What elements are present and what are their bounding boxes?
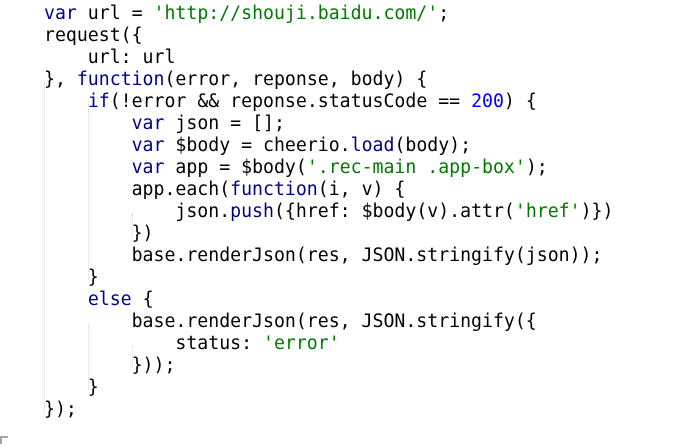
code-token: (!error && reponse.statusCode == — [109, 91, 472, 112]
code-token: load — [350, 135, 395, 156]
code-token: json = []; — [164, 113, 285, 134]
code-token: }); — [44, 399, 77, 420]
code-line[interactable]: request({ — [44, 25, 143, 47]
code-token: ; — [438, 3, 450, 24]
code-line[interactable]: }) — [44, 223, 154, 245]
code-token: 'http://shouji.baidu.com/' — [153, 3, 439, 24]
code-line[interactable]: var $body = cheerio.load(body); — [44, 135, 471, 157]
code-token: var — [131, 157, 165, 178]
code-token: var — [131, 113, 165, 134]
code-token: ); — [525, 157, 548, 178]
code-token: function — [230, 179, 318, 200]
code-token: base.renderJson(res, JSON.stringify(json… — [44, 245, 603, 266]
code-token: )}) — [580, 201, 614, 222]
code-token: ({href: $body(v).attr( — [273, 201, 515, 222]
code-line[interactable]: json.push({href: $body(v).attr('href')}) — [44, 201, 613, 223]
code-token: { — [131, 289, 154, 310]
code-token: json. — [44, 201, 231, 222]
code-token: else — [87, 289, 132, 310]
code-line[interactable]: var url = 'http://shouji.baidu.com/'; — [44, 3, 449, 25]
code-line[interactable]: })); — [44, 355, 176, 377]
code-token: base.renderJson(res, JSON.stringify({ — [44, 311, 537, 332]
code-token: function — [76, 69, 165, 90]
code-token: (body); — [394, 135, 472, 156]
code-token: url: url — [44, 47, 176, 68]
code-token: url = — [76, 3, 154, 24]
code-line[interactable]: if(!error && reponse.statusCode == 200) … — [44, 91, 537, 113]
code-token: } — [44, 267, 99, 288]
scroll-edge-marker — [0, 436, 8, 444]
code-token: request({ — [44, 25, 143, 46]
code-line[interactable]: }, function(error, reponse, body) { — [44, 69, 427, 91]
code-token: $body = cheerio. — [164, 135, 351, 156]
code-token: '.rec-main .app-box' — [306, 157, 526, 178]
code-line[interactable]: url: url — [44, 47, 176, 69]
code-token: (i, v) { — [317, 179, 406, 200]
code-token: } — [44, 377, 99, 398]
code-line[interactable]: base.renderJson(res, JSON.stringify(json… — [44, 245, 603, 267]
code-line[interactable]: var app = $body('.rec-main .app-box'); — [44, 157, 548, 179]
code-token: var — [44, 3, 77, 24]
code-token: 'error' — [263, 333, 340, 354]
code-line[interactable]: base.renderJson(res, JSON.stringify({ — [44, 311, 537, 333]
code-token: 'href' — [514, 201, 581, 222]
code-line[interactable]: }); — [44, 399, 77, 421]
code-token: 200 — [471, 91, 504, 112]
code-line[interactable]: } — [44, 377, 99, 399]
code-token: status: — [44, 333, 263, 354]
code-line[interactable]: var json = []; — [44, 113, 285, 135]
code-token: ) { — [503, 91, 537, 112]
code-token: }) — [44, 223, 154, 244]
code-token: if — [87, 91, 110, 112]
code-token: app.each( — [44, 179, 231, 200]
code-token: })); — [44, 355, 176, 376]
code-line[interactable]: app.each(function(i, v) { — [44, 179, 406, 201]
code-token: app = $body( — [164, 157, 307, 178]
code-token: (error, reponse, body) { — [164, 69, 428, 90]
code-editor[interactable]: var url = 'http://shouji.baidu.com/'; req… — [0, 0, 673, 447]
code-line[interactable]: } — [44, 267, 99, 289]
code-line[interactable]: status: 'error' — [44, 333, 340, 355]
code-token: }, — [44, 69, 77, 90]
code-token: push — [230, 201, 274, 222]
code-token: var — [131, 135, 165, 156]
code-line[interactable]: else { — [44, 289, 154, 311]
